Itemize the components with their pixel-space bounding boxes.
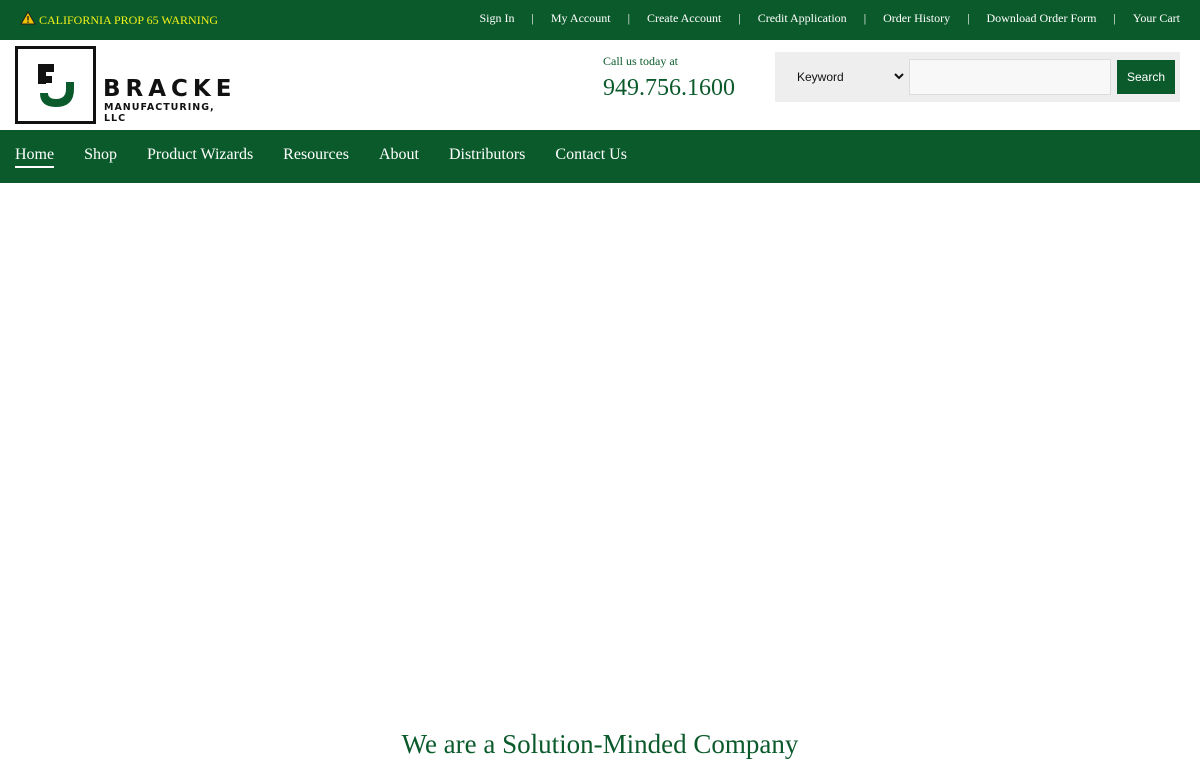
my-account-link[interactable]: My Account	[551, 11, 611, 26]
company-logo[interactable]: BRACKE MANUFACTURING, LLC	[15, 46, 235, 124]
main-navigation: Home Shop Product Wizards Resources Abou…	[0, 130, 1200, 183]
your-cart-link[interactable]: Your Cart	[1133, 11, 1180, 26]
nav-item-about[interactable]: About	[379, 146, 419, 168]
hero-banner	[0, 183, 1200, 703]
prop65-warning-text: CALIFORNIA PROP 65 WARNING	[39, 12, 219, 27]
top-bar: CALIFORNIA PROP 65 WARNING Sign In | My …	[0, 0, 1200, 40]
search-bar: Keyword Search	[775, 52, 1180, 102]
logo-wordmark: BRACKE	[103, 76, 237, 102]
sign-in-link[interactable]: Sign In	[479, 11, 514, 26]
credit-application-link[interactable]: Credit Application	[758, 11, 847, 26]
nav-item-contact-us[interactable]: Contact Us	[555, 146, 627, 168]
call-label: Call us today at	[603, 54, 678, 68]
search-input[interactable]	[909, 59, 1111, 95]
phone-number[interactable]: 949.756.1600	[603, 75, 735, 102]
logo-b-icon	[38, 64, 74, 107]
nav-item-product-wizards[interactable]: Product Wizards	[147, 146, 253, 168]
search-button[interactable]: Search	[1117, 60, 1175, 94]
logo-subtitle: MANUFACTURING, LLC	[104, 102, 215, 124]
separator: |	[1113, 11, 1116, 25]
account-links: Sign In | My Account | Create Account | …	[479, 11, 1180, 26]
download-order-form-link[interactable]: Download Order Form	[986, 11, 1096, 26]
contact-block: Call us today at 949.756.1600	[603, 54, 735, 102]
section-headline: We are a Solution-Minded Company	[401, 729, 799, 759]
separator: |	[738, 11, 741, 25]
separator: |	[627, 11, 630, 25]
order-history-link[interactable]: Order History	[883, 11, 950, 26]
create-account-link[interactable]: Create Account	[647, 11, 721, 26]
site-header: BRACKE MANUFACTURING, LLC Call us today …	[0, 40, 1200, 130]
nav-item-shop[interactable]: Shop	[84, 146, 117, 168]
nav-item-distributors[interactable]: Distributors	[449, 146, 525, 168]
nav-item-resources[interactable]: Resources	[283, 146, 349, 168]
separator: |	[967, 11, 970, 25]
logo-mark	[15, 46, 96, 124]
warning-triangle-icon	[20, 11, 39, 29]
nav-item-home[interactable]: Home	[15, 146, 55, 168]
separator: |	[531, 11, 534, 25]
search-type-select[interactable]: Keyword	[783, 60, 907, 93]
separator: |	[863, 11, 867, 25]
prop65-warning-link[interactable]: CALIFORNIA PROP 65 WARNING	[20, 11, 218, 29]
